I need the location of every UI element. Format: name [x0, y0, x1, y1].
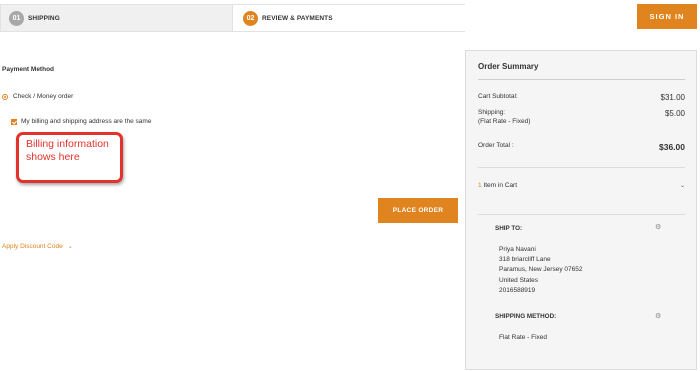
step-label: REVIEW & PAYMENTS — [262, 14, 333, 22]
divider — [478, 79, 685, 80]
order-summary: Order Summary Cart Subtotal: $31.00 Ship… — [465, 50, 697, 370]
apply-discount-toggle[interactable]: Apply Discount Code ⌄ — [2, 243, 73, 250]
shipping-value: $5.00 — [664, 109, 685, 118]
ship-to-title: SHIP TO: — [495, 225, 523, 232]
place-order-button[interactable]: PLACE ORDER — [378, 198, 458, 223]
cart-subtotal-row: Cart Subtotal: $31.00 — [478, 93, 685, 102]
gear-icon[interactable]: ⚙ — [655, 223, 661, 231]
chevron-down-icon: ⌄ — [679, 183, 685, 189]
payment-option-check[interactable]: Check / Money order — [2, 93, 73, 100]
step-shipping[interactable]: 01 SHIPPING — [9, 5, 60, 31]
cart-label: Item in Cart — [483, 182, 518, 189]
chevron-down-icon: ⌄ — [67, 244, 73, 250]
annotation-callout: Billing information shows here — [16, 132, 123, 183]
items-in-cart-toggle[interactable]: 1 Item in Cart ⌄ — [478, 182, 685, 189]
step-label: SHIPPING — [28, 14, 60, 22]
ship-to-phone: 2016588919 — [499, 286, 536, 294]
checkout-progress: 01 SHIPPING 02 REVIEW & PAYMENTS — [0, 4, 465, 32]
shipping-method-title: SHIPPING METHOD: — [495, 313, 557, 320]
divider — [478, 214, 685, 215]
order-total-label: Order Total : — [478, 142, 514, 149]
payment-option-label: Check / Money order — [13, 93, 74, 100]
ship-to-street: 318 briarcliff Lane — [499, 256, 551, 264]
items-in-cart-label: 1 Item in Cart — [478, 182, 517, 189]
cart-count: 1 — [478, 182, 482, 189]
radio-selected[interactable] — [2, 93, 8, 100]
cart-subtotal-value: $31.00 — [660, 93, 685, 102]
callout-text: Billing information shows here — [26, 138, 109, 163]
same-address-label: My billing and shipping address are the … — [21, 118, 152, 125]
shipping-row: Shipping: (Flat Rate - Fixed) $5.00 — [478, 109, 685, 126]
step-review-payments[interactable]: 02 REVIEW & PAYMENTS — [232, 5, 465, 31]
same-address-option[interactable]: My billing and shipping address are the … — [11, 118, 151, 125]
ship-to-country: United States — [499, 276, 539, 284]
ship-to-name: Priya Navani — [499, 246, 536, 253]
order-summary-title: Order Summary — [478, 62, 539, 71]
step-number: 01 — [9, 10, 24, 26]
checkbox-checked[interactable] — [11, 118, 17, 125]
shipping-label: Shipping: — [478, 109, 506, 116]
discount-label: Apply Discount Code — [2, 243, 63, 250]
gear-icon[interactable]: ⚙ — [655, 312, 661, 320]
order-total-value: $36.00 — [659, 142, 685, 152]
order-total-row: Order Total : $36.00 — [478, 142, 685, 152]
payment-method-title: Payment Method — [2, 66, 55, 73]
step-number: 02 — [243, 10, 258, 26]
shipping-method-value: Flat Rate - Fixed — [499, 334, 548, 341]
ship-to-city: Paramus, New Jersey 07652 — [499, 266, 583, 274]
divider — [478, 167, 685, 168]
sign-in-button[interactable]: SIGN IN — [637, 4, 697, 29]
ship-to-address: Priya Navani 318 briarcliff Lane Paramus… — [499, 245, 582, 296]
cart-subtotal-label: Cart Subtotal: — [478, 93, 518, 100]
shipping-sublabel: (Flat Rate - Fixed) — [478, 117, 531, 125]
shipping-label-group: Shipping: (Flat Rate - Fixed) — [478, 109, 530, 126]
